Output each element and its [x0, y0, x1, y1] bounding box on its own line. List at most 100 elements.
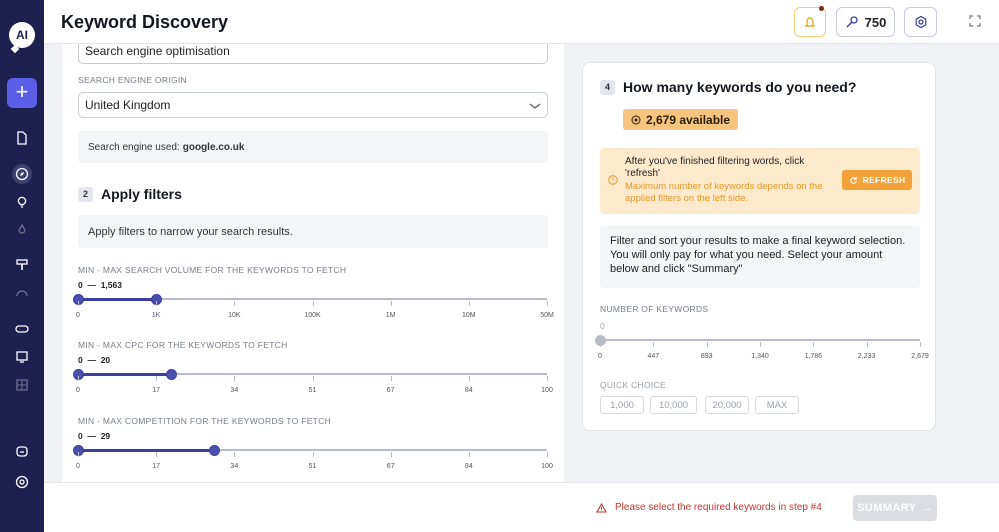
new-project-button[interactable]: +: [7, 78, 37, 108]
slider-range: 0 — 29: [78, 431, 110, 441]
quick-choice-button[interactable]: MAX: [755, 396, 799, 414]
fullscreen-icon[interactable]: [968, 14, 984, 30]
selection-warning-text: Please select the required keywords in s…: [615, 502, 822, 513]
slider-track[interactable]: [600, 339, 920, 341]
slider-tick-label: 1,786: [804, 353, 823, 360]
slider-tick: [78, 376, 79, 381]
topic-value: Search engine optimisation: [85, 44, 230, 58]
document-icon[interactable]: [12, 128, 32, 148]
gear-icon: [915, 15, 926, 29]
paint-roller-icon[interactable]: [12, 255, 32, 275]
refresh-warning: After you've finished filtering words, c…: [600, 148, 920, 214]
slider-tick-label: 84: [464, 463, 473, 470]
slider-tick-label: 67: [386, 463, 395, 470]
slider-label: MIN - MAX SEARCH VOLUME FOR THE KEYWORDS…: [78, 265, 347, 275]
slider-max-value: 20: [100, 355, 111, 365]
step-4-heading: 4 How many keywords do you need?: [600, 79, 856, 95]
range-dash: —: [87, 355, 96, 365]
key-icon: [846, 16, 858, 28]
slider-tick-label: 50M: [540, 312, 554, 319]
slider-tick: [468, 452, 470, 457]
slider-tick-label: 2,233: [857, 353, 876, 360]
slider-tick-label: 100: [541, 387, 553, 394]
refresh-button[interactable]: REFRESH: [842, 170, 912, 190]
slider-tick-label: 1K: [151, 312, 161, 319]
logo-text: AI: [16, 28, 28, 42]
slider-tick-label: 0: [76, 387, 80, 394]
slider-tick: [234, 301, 236, 306]
slider-tick-label: 10K: [228, 312, 241, 319]
slider-tick: [468, 301, 470, 306]
notifications-button[interactable]: [794, 6, 826, 37]
target-icon: [631, 115, 641, 124]
slider-tick-label: 0: [598, 353, 602, 360]
slider-tick-label: 17: [152, 463, 161, 470]
notification-dot: [819, 6, 824, 11]
step-2-number: 2: [78, 186, 93, 202]
top-bar: Keyword Discovery 750: [44, 0, 999, 44]
chat-icon[interactable]: [12, 442, 32, 462]
credits-button[interactable]: 750: [836, 7, 895, 37]
info-icon: [608, 175, 618, 185]
slider-min-value: 0: [78, 355, 83, 365]
slider-tick-label: 1,340: [751, 353, 769, 360]
slider-tick-label: 34: [230, 387, 239, 394]
toggle-icon[interactable]: [12, 319, 32, 339]
bell-icon: [804, 17, 816, 27]
page-title: Keyword Discovery: [61, 12, 229, 32]
support-icon[interactable]: [12, 472, 32, 492]
slider-tick: [600, 342, 601, 347]
keyword-count-card: 4 How many keywords do you need? 2,679 a…: [582, 62, 936, 431]
slider-min-value: 0: [78, 280, 83, 290]
slider-tick: [866, 342, 868, 347]
slider-tick: [813, 342, 815, 347]
slider-tick-label: 100: [541, 463, 553, 470]
filters-description-text: Apply filters to narrow your search resu…: [88, 225, 293, 238]
filters-description: Apply filters to narrow your search resu…: [78, 215, 548, 248]
engine-used-prefix: Search engine used:: [88, 141, 180, 153]
slider-tick-label: 51: [308, 463, 317, 470]
slider-tick: [390, 301, 392, 306]
slider-tick-label: 34: [230, 463, 239, 470]
chevron-down-icon: [529, 103, 541, 109]
slider-fill: [78, 448, 214, 452]
slider-tick-label: 84: [464, 387, 473, 394]
slider-tick-label: 17: [152, 387, 161, 394]
slider-tick: [312, 452, 314, 457]
slider-tick: [390, 452, 392, 457]
quick-choice-button[interactable]: 20,000: [705, 396, 749, 414]
compass-icon[interactable]: [12, 164, 32, 184]
step-4-number: 4: [600, 79, 615, 95]
slider-label: MIN - MAX COMPETITION FOR THE KEYWORDS T…: [78, 416, 332, 426]
lightbulb-icon[interactable]: [12, 192, 32, 212]
quick-choice-button[interactable]: 1,000: [600, 396, 644, 414]
grid-icon[interactable]: [12, 375, 32, 395]
quick-choice-button[interactable]: 10,000: [650, 396, 697, 414]
slider-tick: [312, 301, 314, 306]
origin-select[interactable]: United Kingdom: [78, 92, 548, 118]
slider-tick: [706, 342, 708, 347]
summary-button[interactable]: SUMMARY →: [853, 495, 937, 521]
drop-icon[interactable]: [12, 220, 32, 240]
settings-button[interactable]: [904, 7, 937, 37]
available-badge: 2,679 available: [623, 109, 739, 130]
slider-max-value: 29: [100, 431, 111, 441]
app-logo[interactable]: AI: [9, 22, 35, 48]
quick-choice-label: QUICK CHOICE: [600, 380, 666, 390]
slider-tick-label: 67: [386, 387, 395, 394]
warning-icon: [596, 502, 607, 513]
topic-input[interactable]: Search engine optimisation: [78, 44, 548, 64]
origin-label: SEARCH ENGINE ORIGIN: [78, 75, 187, 85]
step-2-heading: 2 Apply filters: [78, 186, 182, 202]
refresh-icon: [849, 176, 857, 184]
monitor-icon[interactable]: [12, 347, 32, 367]
slider-fill: [78, 372, 172, 376]
slider-min-value: 0: [78, 431, 83, 441]
slider-max-handle[interactable]: [166, 368, 178, 380]
summary-label: SUMMARY: [857, 502, 917, 514]
slider-tick-label: 100K: [304, 312, 321, 319]
engine-used-info: Search engine used: google.co.uk: [78, 131, 548, 163]
gauge-icon[interactable]: [12, 283, 32, 303]
slider-max-handle[interactable]: [208, 444, 220, 456]
selection-warning: Please select the required keywords in s…: [596, 502, 822, 513]
